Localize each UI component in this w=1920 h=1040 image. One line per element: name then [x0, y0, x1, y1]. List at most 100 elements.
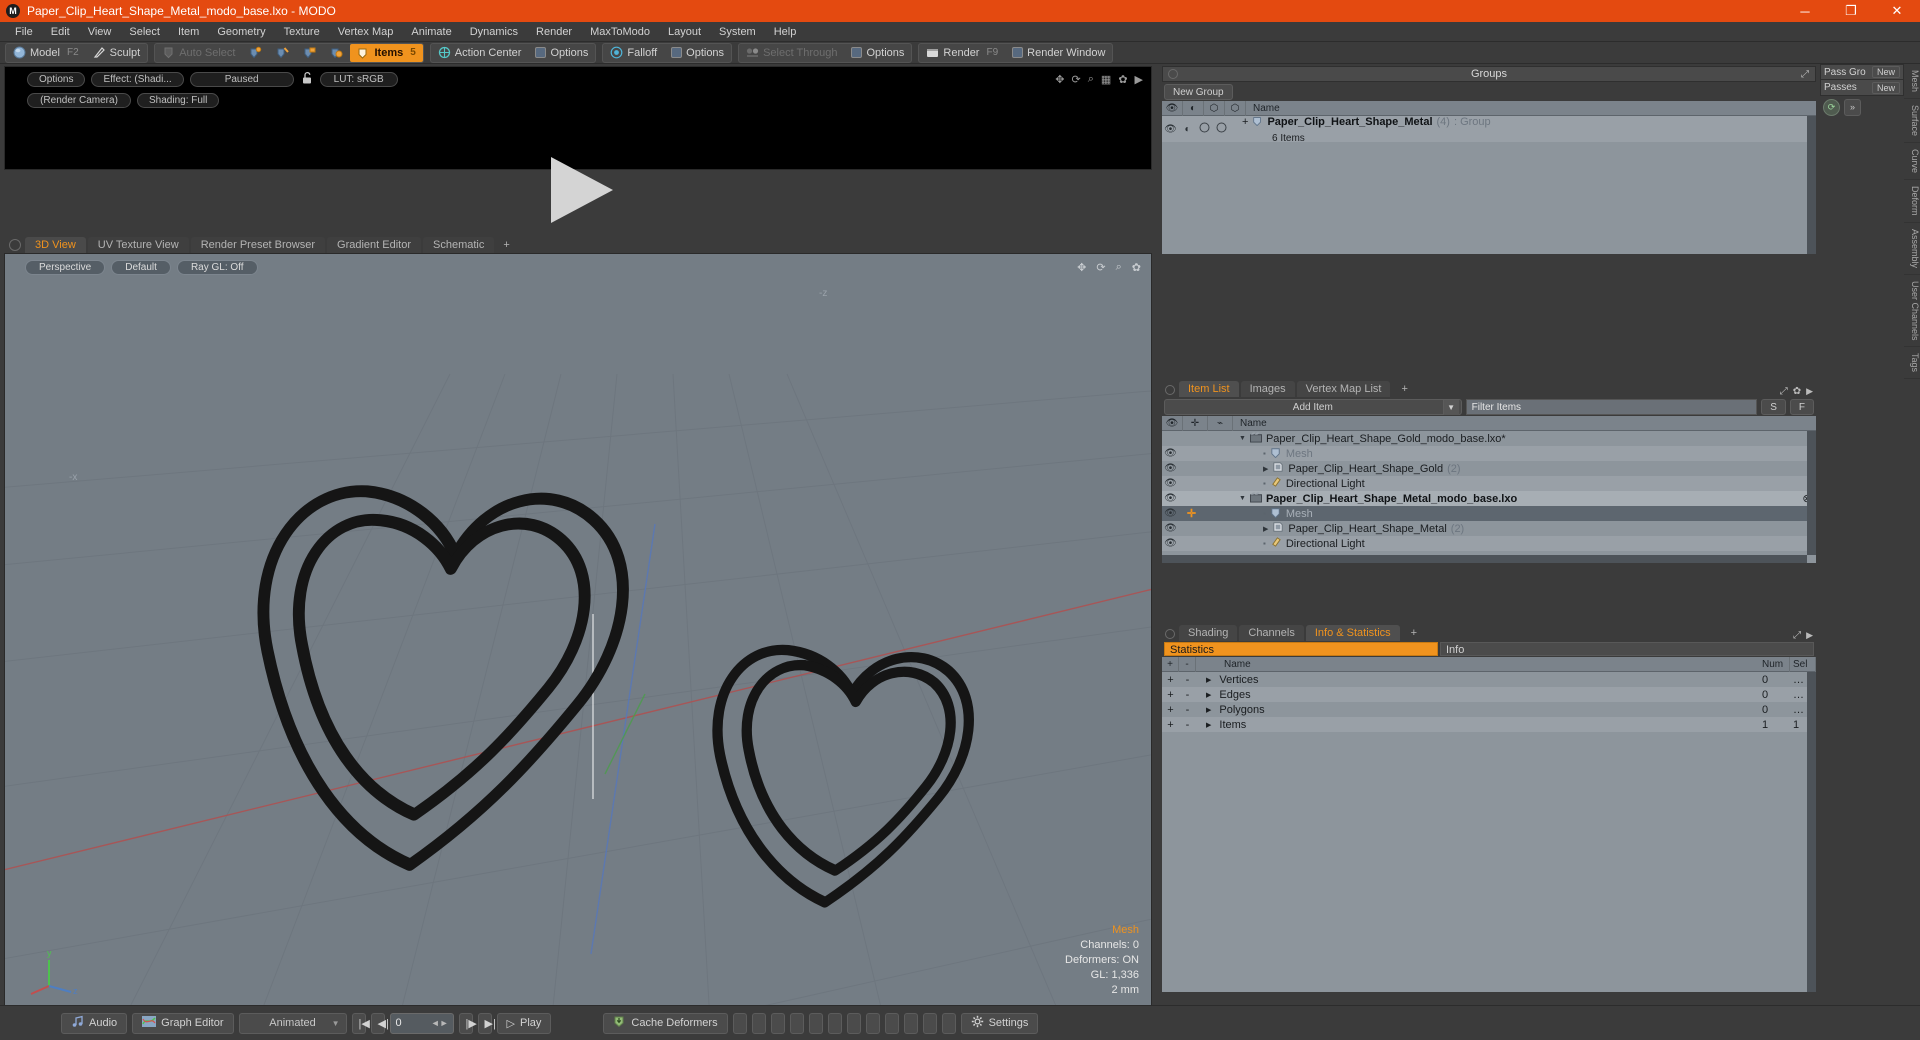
polygon-mode-button[interactable]: [296, 44, 323, 62]
vtab-deform[interactable]: Deform: [1904, 180, 1920, 223]
expand-toggle-icon[interactable]: ▼: [1239, 435, 1246, 442]
groups-scrollbar-vertical[interactable]: [1807, 116, 1816, 254]
viewport-raygl-button[interactable]: Ray GL: Off: [176, 259, 258, 275]
row-eye-toggle[interactable]: 👁: [1162, 448, 1179, 459]
select-through-button[interactable]: Select Through: [739, 44, 844, 62]
stat-add-button[interactable]: +: [1162, 674, 1179, 686]
refresh-pass-icon[interactable]: ⟳: [1823, 98, 1840, 116]
gear-icon[interactable]: ✿: [1793, 386, 1801, 397]
tab-add-button[interactable]: +: [1402, 625, 1426, 641]
row-eye-toggle[interactable]: 👁: [1162, 508, 1179, 519]
stat-remove-button[interactable]: -: [1179, 719, 1196, 731]
panel-menu-dot-icon[interactable]: [1165, 629, 1175, 639]
move-icon[interactable]: ✥: [1055, 73, 1064, 86]
stat-remove-button[interactable]: -: [1179, 704, 1196, 716]
close-button[interactable]: ✕: [1874, 0, 1920, 22]
stat-remove-button[interactable]: -: [1179, 689, 1196, 701]
item-list-scrollbar-horizontal[interactable]: [1162, 555, 1807, 563]
auto-key-icon[interactable]: [846, 1012, 861, 1034]
frame-spinner-icon[interactable]: ◄►: [431, 1018, 449, 1028]
preview-effect-button[interactable]: Effect: (Shadi...: [91, 72, 184, 87]
groups-list[interactable]: 👁 ◐ + Paper_Clip_Heart_Shape_Metal (4):…: [1162, 116, 1816, 254]
cache-deformers-button[interactable]: Cache Deformers: [603, 1012, 728, 1034]
stat-remove-button[interactable]: -: [1179, 674, 1196, 686]
tab-images[interactable]: Images: [1240, 381, 1295, 397]
curve-key-icon[interactable]: [808, 1012, 823, 1034]
tab-vertex-map-list[interactable]: Vertex Map List: [1296, 381, 1391, 397]
minimize-button[interactable]: ─: [1782, 0, 1828, 22]
zoom-icon[interactable]: ⌕: [1116, 261, 1122, 274]
table-row[interactable]: ▼ Paper_Clip_Heart_Shape_Gold_modo_base.l…: [1162, 431, 1816, 446]
row-eye-toggle[interactable]: 👁: [1162, 523, 1179, 534]
menu-item-system[interactable]: System: [710, 22, 765, 42]
model-mode-button[interactable]: Model F2: [6, 44, 86, 62]
filter-s-button[interactable]: S: [1761, 398, 1786, 415]
table-row[interactable]: 👁 ▼ Paper_Clip_Heart_Shape_Metal_modo_base…: [1162, 491, 1816, 506]
statistics-tab-button[interactable]: Statistics: [1164, 642, 1438, 656]
expand-plus-icon[interactable]: +: [1242, 116, 1248, 128]
next-key-icon[interactable]: [865, 1012, 880, 1034]
passes-new-button[interactable]: New: [1871, 81, 1900, 94]
row-select-toggle[interactable]: [1213, 122, 1230, 136]
row-transform-toggle[interactable]: ✛: [1179, 507, 1204, 520]
row-lock-toggle[interactable]: [1196, 122, 1213, 136]
play-arrow-icon[interactable]: ▶: [1135, 73, 1143, 86]
menu-item-select[interactable]: Select: [120, 22, 169, 42]
scale-snap-icon[interactable]: [941, 1012, 956, 1034]
previous-frame-button[interactable]: ◀|: [370, 1012, 389, 1034]
panel-menu-dot-icon[interactable]: [1165, 385, 1175, 395]
table-row[interactable]: 👁 ✛ ▪ Mesh: [1162, 506, 1816, 521]
panel-menu-dot-icon[interactable]: [1168, 69, 1178, 79]
next-frame-button[interactable]: |▶: [458, 1012, 477, 1034]
table-row[interactable]: 👁 ▪ Mesh: [1162, 446, 1816, 461]
menu-item-render[interactable]: Render: [527, 22, 581, 42]
vtab-mesh[interactable]: Mesh: [1904, 64, 1920, 100]
preview-lut-button[interactable]: LUT: sRGB: [319, 72, 398, 87]
menu-item-view[interactable]: View: [79, 22, 121, 42]
tab-render-preset-browser[interactable]: Render Preset Browser: [190, 237, 326, 253]
item-list-rows[interactable]: ▼ Paper_Clip_Heart_Shape_Gold_modo_base.l…: [1162, 431, 1816, 563]
menu-item-animate[interactable]: Animate: [402, 22, 460, 42]
info-tab-button[interactable]: Info: [1440, 642, 1814, 656]
stat-add-button[interactable]: +: [1162, 704, 1179, 716]
stat-add-button[interactable]: +: [1162, 719, 1179, 731]
filter-items-input[interactable]: Filter Items: [1465, 398, 1758, 415]
next-pass-icon[interactable]: »: [1844, 98, 1861, 116]
items-mode-button[interactable]: Items 5: [350, 43, 423, 62]
expand-toggle-icon[interactable]: ▼: [1239, 495, 1246, 502]
table-row[interactable]: 👁 ▶ Paper_Clip_Heart_Shape_Gold (2): [1162, 461, 1816, 476]
maximize-button[interactable]: ❐: [1828, 0, 1874, 22]
go-to-end-button[interactable]: ▶|: [477, 1012, 496, 1034]
action-center-button[interactable]: Action Center: [431, 44, 529, 62]
grid-icon[interactable]: ▦: [1101, 73, 1111, 86]
vtab-tags[interactable]: Tags: [1904, 347, 1920, 380]
go-to-start-button[interactable]: |◀: [351, 1012, 370, 1034]
chevron-right-icon[interactable]: ▶: [1806, 386, 1813, 397]
key-down-icon[interactable]: [751, 1012, 766, 1034]
expand-icon[interactable]: ⤢: [1793, 630, 1801, 641]
chevron-right-icon[interactable]: ▶: [1806, 630, 1813, 641]
expand-toggle-icon[interactable]: ▶: [1206, 676, 1211, 684]
falloff-button[interactable]: Falloff: [603, 44, 664, 62]
statistics-scrollbar-vertical[interactable]: [1807, 672, 1816, 992]
vtab-user-channels[interactable]: User Channels: [1904, 275, 1920, 348]
vtab-assembly[interactable]: Assembly: [1904, 223, 1920, 275]
tab-uv-texture-view[interactable]: UV Texture View: [87, 237, 189, 253]
tab-add-button[interactable]: +: [1392, 381, 1416, 397]
viewport-menu-dot-icon[interactable]: [9, 239, 21, 251]
gear-icon[interactable]: ✿: [1118, 73, 1127, 86]
record-icon[interactable]: [827, 1012, 842, 1034]
row-eye-toggle[interactable]: 👁: [1162, 493, 1179, 504]
table-row[interactable]: 👁 ▪ Directional Light: [1162, 536, 1816, 551]
expand-toggle-icon[interactable]: ▶: [1263, 525, 1268, 533]
select-through-options-button[interactable]: Options: [844, 44, 911, 62]
menu-item-layout[interactable]: Layout: [659, 22, 710, 42]
tab-item-list[interactable]: Item List: [1179, 381, 1239, 397]
expand-toggle-icon[interactable]: ▶: [1263, 465, 1268, 473]
menu-item-texture[interactable]: Texture: [275, 22, 329, 42]
material-mode-button[interactable]: [323, 44, 350, 62]
row-eye-toggle[interactable]: 👁: [1162, 124, 1179, 135]
menu-item-dynamics[interactable]: Dynamics: [461, 22, 527, 42]
expand-toggle-icon[interactable]: ▶: [1206, 706, 1211, 714]
settings-button[interactable]: Settings: [960, 1012, 1039, 1034]
